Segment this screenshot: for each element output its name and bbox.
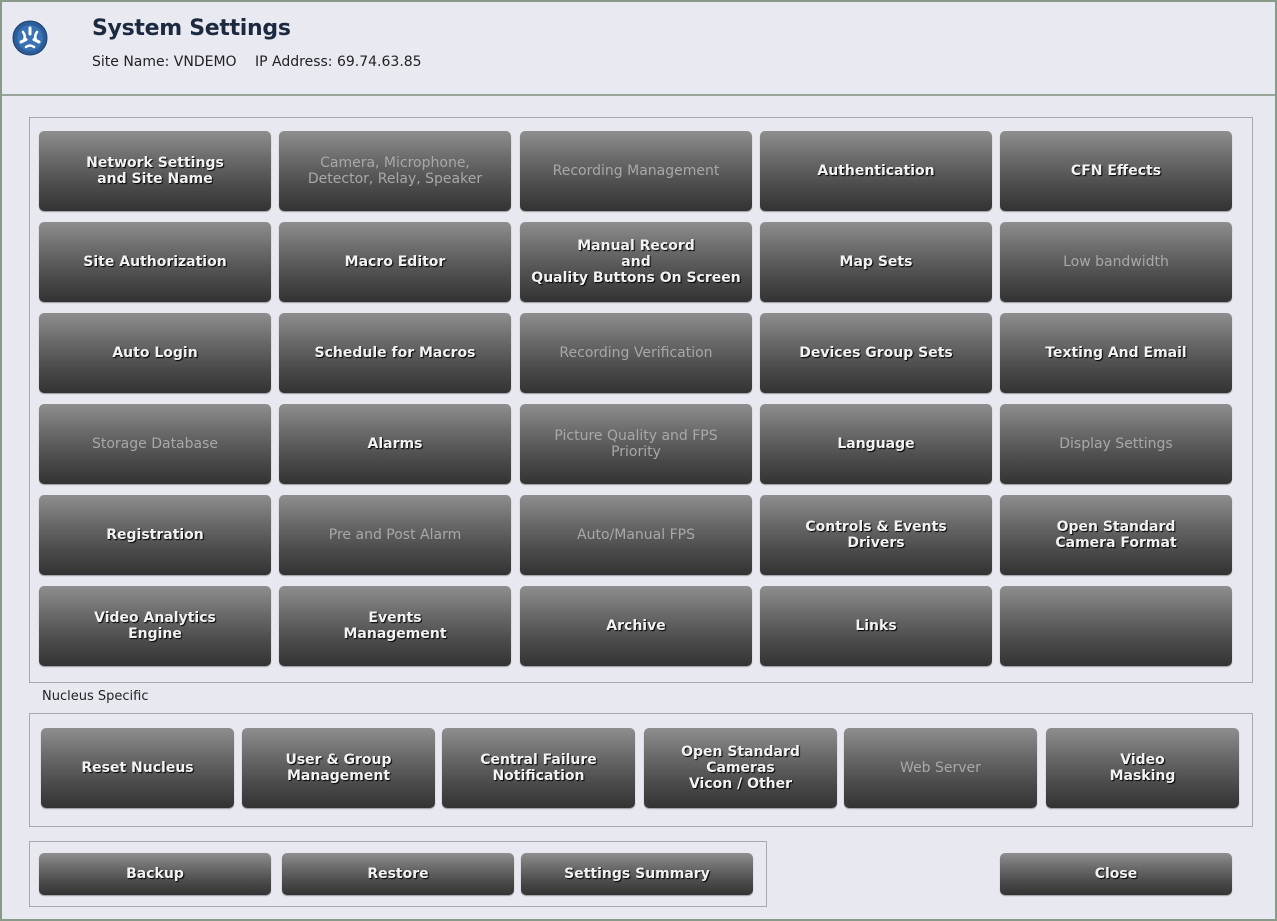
camera-microphone-detector-relay-speaker-button: Camera, Microphone, Detector, Relay, Spe… (279, 131, 511, 211)
texting-and-email-button[interactable]: Texting And Email (1000, 313, 1232, 393)
site-authorization-button[interactable]: Site Authorization (39, 222, 271, 302)
controls-events-drivers-button[interactable]: Controls & Events Drivers (760, 495, 992, 575)
empty-button[interactable] (1000, 586, 1232, 666)
ip-address: IP Address: 69.74.63.85 (255, 54, 422, 70)
archive-button[interactable]: Archive (520, 586, 752, 666)
site-name: Site Name: VNDEMO (92, 54, 237, 70)
page-title: System Settings (92, 16, 291, 41)
map-sets-button[interactable]: Map Sets (760, 222, 992, 302)
registration-button[interactable]: Registration (39, 495, 271, 575)
picture-quality-and-fps-priority-button: Picture Quality and FPS Priority (520, 404, 752, 484)
asterisk-logo-icon (12, 20, 48, 56)
open-standard-camera-format-button[interactable]: Open Standard Camera Format (1000, 495, 1232, 575)
events-management-button[interactable]: Events Management (279, 586, 511, 666)
close-button[interactable]: Close (1000, 853, 1232, 895)
auto-login-button[interactable]: Auto Login (39, 313, 271, 393)
storage-database-button: Storage Database (39, 404, 271, 484)
macro-editor-button[interactable]: Macro Editor (279, 222, 511, 302)
low-bandwidth-button: Low bandwidth (1000, 222, 1232, 302)
restore-button[interactable]: Restore (282, 853, 514, 895)
manual-record-and-quality-buttons-on-screen-button[interactable]: Manual Record and Quality Buttons On Scr… (520, 222, 752, 302)
pre-and-post-alarm-button: Pre and Post Alarm (279, 495, 511, 575)
recording-management-button: Recording Management (520, 131, 752, 211)
recording-verification-button: Recording Verification (520, 313, 752, 393)
site-info: Site Name: VNDEMO IP Address: 69.74.63.8… (92, 54, 436, 70)
reset-nucleus-button[interactable]: Reset Nucleus (41, 728, 234, 808)
devices-group-sets-button[interactable]: Devices Group Sets (760, 313, 992, 393)
language-button[interactable]: Language (760, 404, 992, 484)
user-group-management-button[interactable]: User & Group Management (242, 728, 435, 808)
video-analytics-engine-button[interactable]: Video Analytics Engine (39, 586, 271, 666)
settings-summary-button[interactable]: Settings Summary (521, 853, 753, 895)
settings-window: System Settings Site Name: VNDEMO IP Add… (0, 0, 1277, 921)
open-standard-cameras-vicon-other-button[interactable]: Open Standard Cameras Vicon / Other (644, 728, 837, 808)
links-button[interactable]: Links (760, 586, 992, 666)
cfn-effects-button[interactable]: CFN Effects (1000, 131, 1232, 211)
alarms-button[interactable]: Alarms (279, 404, 511, 484)
web-server-button: Web Server (844, 728, 1037, 808)
central-failure-notification-button[interactable]: Central Failure Notification (442, 728, 635, 808)
auto-manual-fps-button: Auto/Manual FPS (520, 495, 752, 575)
backup-button[interactable]: Backup (39, 853, 271, 895)
display-settings-button: Display Settings (1000, 404, 1232, 484)
network-settings-and-site-name-button[interactable]: Network Settings and Site Name (39, 131, 271, 211)
video-masking-button[interactable]: Video Masking (1046, 728, 1239, 808)
nucleus-section-label: Nucleus Specific (42, 689, 149, 704)
authentication-button[interactable]: Authentication (760, 131, 992, 211)
schedule-for-macros-button[interactable]: Schedule for Macros (279, 313, 511, 393)
header: System Settings Site Name: VNDEMO IP Add… (2, 2, 1275, 96)
